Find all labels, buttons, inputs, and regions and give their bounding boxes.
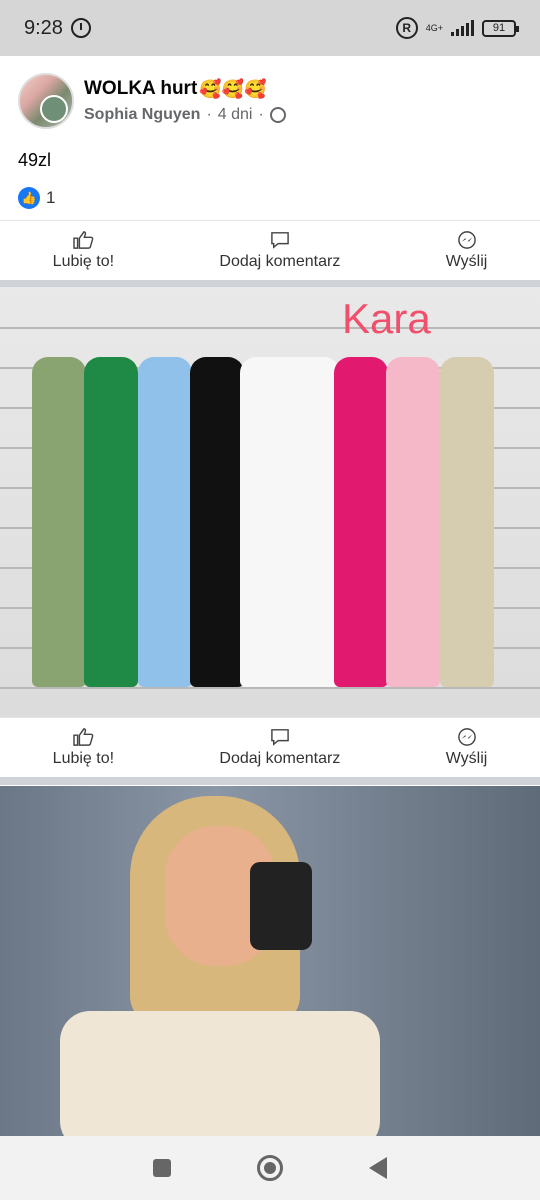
status-bar: 9:28 R 4G+ 91 (0, 0, 540, 56)
dress (138, 357, 192, 687)
product-photo-model[interactable] (0, 786, 540, 1136)
recent-apps-icon[interactable] (153, 1159, 171, 1177)
photo-separator (0, 777, 540, 785)
comment-button[interactable]: Dodaj komentarz (219, 231, 340, 271)
messenger-icon (457, 230, 476, 249)
photo-overlay-text: Kara (342, 295, 431, 342)
dress (190, 357, 244, 687)
heart-face-emoji-icon: 🥰🥰🥰 (199, 78, 267, 99)
like-label: Lubię to! (52, 252, 115, 270)
status-icons: R 4G+ 91 (395, 17, 519, 39)
dress (84, 357, 138, 687)
photo-actions: Lubię to! Dodaj komentarz Wyślij (0, 717, 540, 777)
meta-dot: · (258, 106, 264, 123)
dress (240, 357, 340, 687)
group-privacy-icon (269, 107, 286, 123)
signal-icon (451, 20, 474, 36)
comment-button[interactable]: Dodaj komentarz (219, 728, 340, 768)
group-name[interactable]: WOLKA hurt 🥰🥰🥰 (84, 78, 286, 100)
back-icon[interactable] (369, 1157, 387, 1179)
battery-icon: 91 (482, 19, 519, 37)
group-avatar[interactable] (18, 73, 74, 129)
post-author[interactable]: Sophia Nguyen (84, 106, 200, 124)
messenger-icon (457, 727, 476, 746)
dress (32, 357, 86, 687)
send-button[interactable]: Wyślij (445, 230, 488, 271)
product-photo-dresses[interactable]: Kara (0, 287, 540, 717)
send-label: Wyślij (445, 749, 488, 767)
post-meta: Sophia Nguyen · 4 dni · (84, 106, 286, 124)
like-label: Lubię to! (52, 749, 115, 767)
reaction-count: 1 (46, 188, 56, 207)
comment-label: Dodaj komentarz (219, 252, 341, 270)
phone-in-hand (250, 862, 312, 950)
like-button[interactable]: Lubię to! (52, 230, 115, 271)
send-label: Wyślij (445, 252, 488, 270)
post-text: 49zl (18, 150, 52, 170)
android-nav-bar (0, 1136, 540, 1200)
model-off-shoulder-top (60, 1011, 380, 1136)
dress (386, 357, 440, 687)
comment-icon (271, 231, 289, 249)
comment-label: Dodaj komentarz (219, 749, 341, 767)
send-button[interactable]: Wyślij (445, 727, 488, 768)
dress (334, 357, 388, 687)
home-icon[interactable] (257, 1155, 283, 1181)
group-name-label: WOLKA hurt (84, 78, 198, 99)
status-time: 9:28 (24, 16, 63, 39)
thumbs-up-icon (73, 230, 94, 249)
dress (440, 357, 494, 687)
thumbs-up-reaction-icon: 👍 (18, 187, 40, 209)
reactions-summary[interactable]: 👍 1 (18, 187, 55, 209)
post-actions: Lubię to! Dodaj komentarz Wyślij (0, 220, 540, 280)
alarm-icon (70, 18, 91, 38)
comment-icon (271, 728, 289, 746)
like-button[interactable]: Lubię to! (52, 727, 115, 768)
post-header: WOLKA hurt 🥰🥰🥰 Sophia Nguyen · 4 dni · (0, 56, 540, 146)
post-time[interactable]: 4 dni (218, 106, 253, 124)
registered-icon: R (395, 17, 418, 39)
post-header-text: WOLKA hurt 🥰🥰🥰 Sophia Nguyen · 4 dni · (84, 78, 286, 124)
thumbs-up-icon (73, 727, 94, 746)
meta-dot: · (206, 106, 212, 123)
network-label: 4G+ (425, 22, 443, 33)
